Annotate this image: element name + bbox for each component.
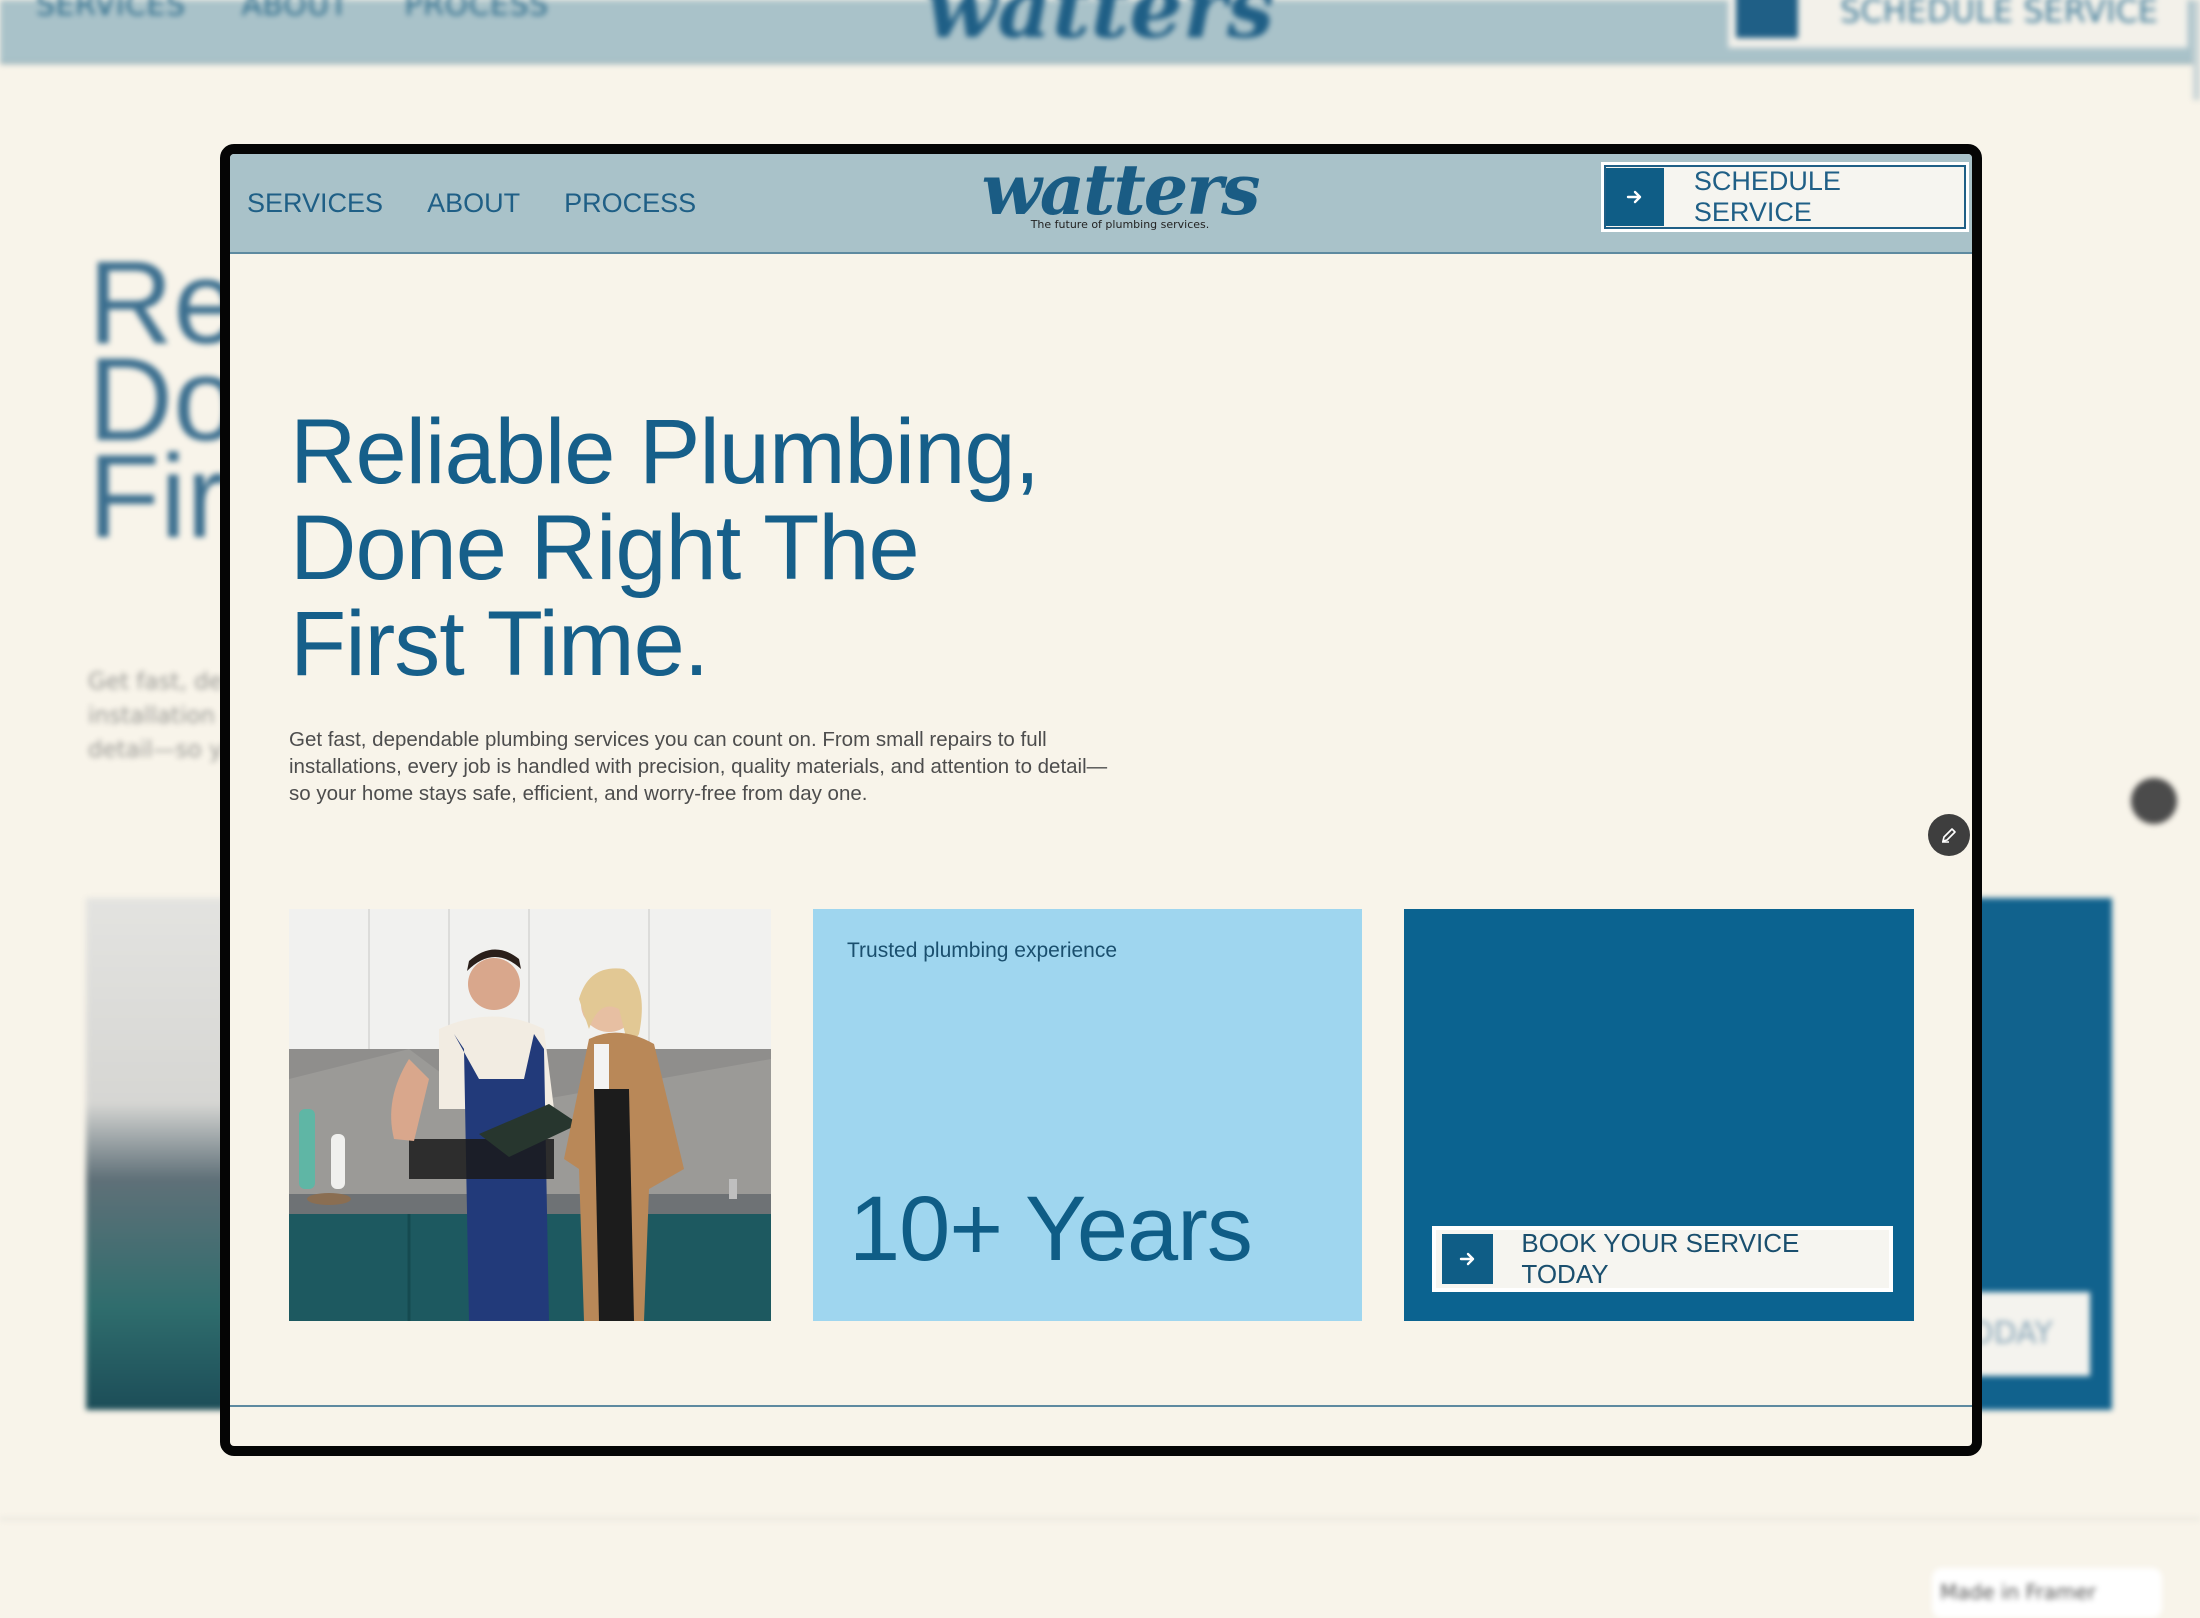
pencil-icon — [1942, 828, 1956, 843]
hero-title-line: Done Right The — [290, 497, 920, 599]
background-photo — [86, 898, 226, 1410]
background-logo: watters — [925, 0, 1275, 57]
hero-description: Get fast, dependable plumbing services y… — [289, 728, 1108, 805]
hero-title-line: Reliable Plumbing, — [290, 401, 1040, 503]
nav-link-about[interactable]: ABOUT — [427, 188, 520, 219]
main-nav: SERVICES ABOUT PROCESS — [247, 188, 696, 219]
arrow-right-icon — [1440, 1232, 1496, 1286]
background-nav: SERVICES ABOUT PROCESS — [36, 0, 549, 23]
brand-logo[interactable]: watters The future of plumbing services. — [970, 154, 1270, 240]
edit-button[interactable] — [1928, 814, 1970, 856]
hero-title-line: First Time. — [290, 593, 709, 695]
arrow-right-icon — [1606, 168, 1664, 226]
hero-title: Reliable Plumbing, Done Right The First … — [290, 404, 1190, 692]
section-divider — [230, 1405, 1972, 1407]
preview-frame: SERVICES ABOUT PROCESS watters The futur… — [220, 144, 1982, 1456]
background-scrollbar — [2193, 0, 2200, 100]
book-service-card: BOOK YOUR SERVICE TODAY — [1404, 909, 1914, 1321]
background-hero-text: Get fast, de installation detail—so y — [88, 669, 223, 763]
experience-label: Trusted plumbing experience — [847, 939, 1118, 962]
background-header: SERVICES ABOUT PROCESS watters SCHEDULE … — [0, 0, 2200, 64]
background-hero-title: Re Do Fir — [88, 244, 239, 563]
experience-value: 10+ Years — [849, 1178, 1253, 1280]
plumber-photo — [289, 909, 771, 1321]
nav-link-services[interactable]: SERVICES — [247, 188, 383, 219]
schedule-service-label: SCHEDULE SERVICE — [1693, 166, 1841, 227]
logo-tagline: The future of plumbing services. — [1030, 218, 1210, 231]
background-divider — [0, 1518, 2200, 1520]
site-header: SERVICES ABOUT PROCESS watters The futur… — [230, 154, 1972, 254]
background-nav-process: PROCESS — [404, 0, 549, 23]
background-edit-icon — [2131, 778, 2177, 824]
schedule-service-button[interactable]: SCHEDULE SERVICE — [1601, 162, 1969, 232]
background-hero-line: Fir — [88, 431, 226, 563]
background-book-label: ODAY — [1970, 1316, 2053, 1351]
book-service-label: BOOK YOUR SERVICE TODAY — [1521, 1228, 1800, 1289]
background-nav-services: SERVICES — [36, 0, 186, 23]
nav-link-process[interactable]: PROCESS — [564, 188, 696, 219]
background-arrow-icon — [1736, 0, 1798, 38]
book-service-button[interactable]: BOOK YOUR SERVICE TODAY — [1432, 1226, 1893, 1292]
background-nav-about: ABOUT — [241, 0, 349, 23]
background-schedule-label: SCHEDULE SERVICE — [1840, 0, 2159, 30]
experience-card: Trusted plumbing experience 10+ Years — [813, 909, 1362, 1321]
background-badge-label: Made in Framer — [1940, 1580, 2096, 1604]
